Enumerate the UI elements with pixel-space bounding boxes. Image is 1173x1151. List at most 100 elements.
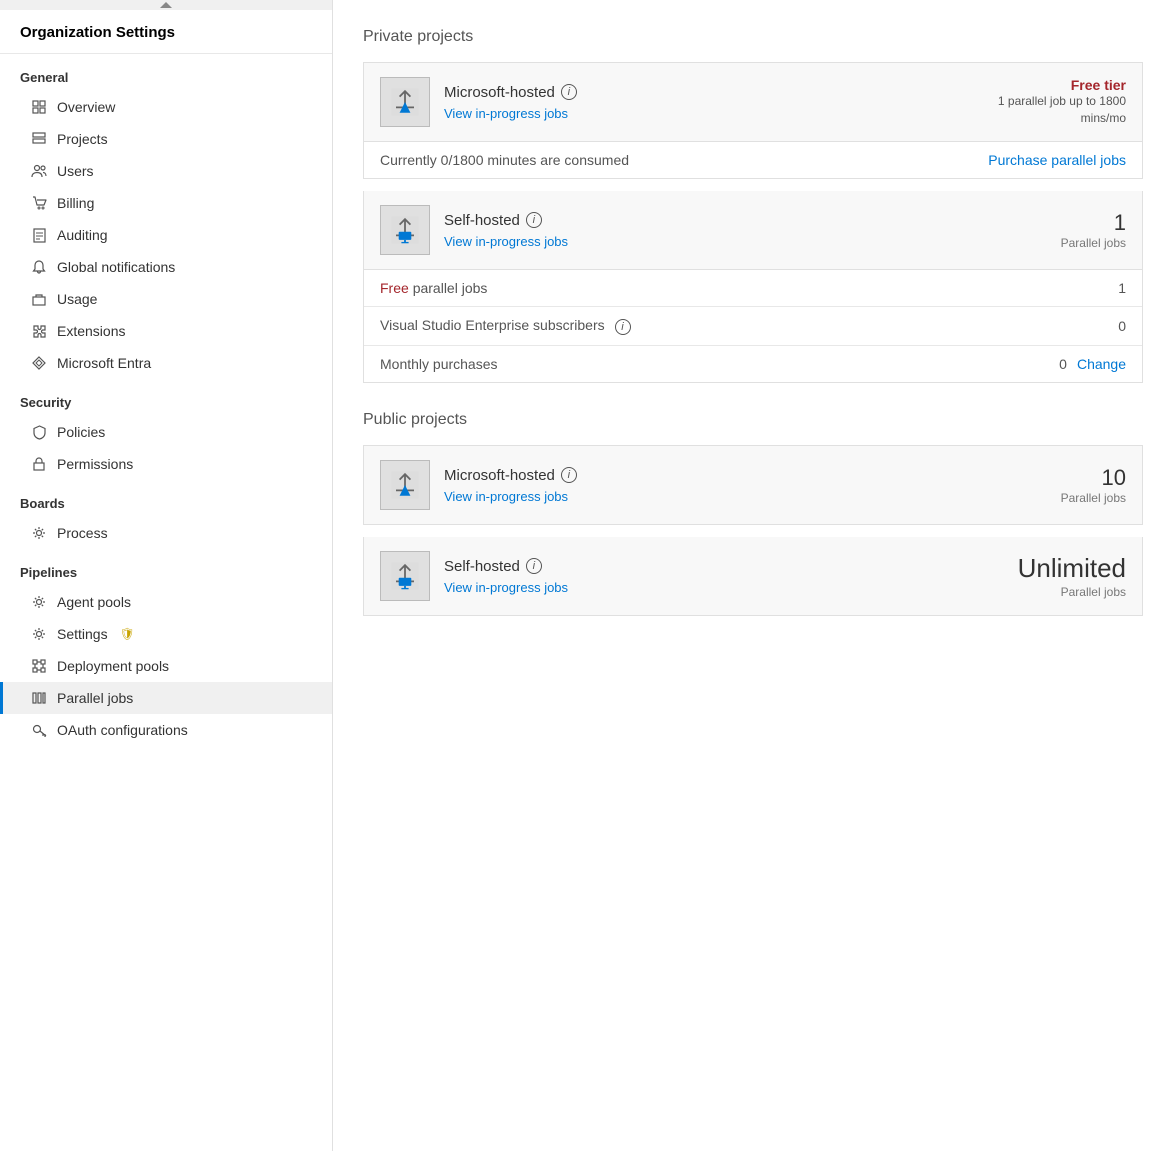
cart-icon <box>31 195 47 211</box>
sidebar-item-microsoft-entra[interactable]: Microsoft Entra <box>0 347 332 379</box>
sidebar-item-projects-label: Projects <box>57 131 108 147</box>
private-microsoft-hosted-value: Free tier 1 parallel job up to 1800mins/… <box>986 77 1126 127</box>
lock-icon <box>31 456 47 472</box>
private-microsoft-hosted-view-link[interactable]: View in-progress jobs <box>444 106 568 121</box>
sidebar-item-deployment-pools-label: Deployment pools <box>57 658 169 674</box>
sidebar-item-parallel-jobs[interactable]: Parallel jobs <box>0 682 332 714</box>
sidebar-item-overview[interactable]: Overview <box>0 91 332 123</box>
scroll-up-indicator <box>0 0 332 10</box>
public-microsoft-hosted-card: Microsoft-hosted i View in-progress jobs… <box>363 445 1143 525</box>
public-microsoft-hosted-name-row: Microsoft-hosted i <box>444 467 972 484</box>
puzzle-icon <box>31 323 47 339</box>
sidebar-item-microsoft-entra-label: Microsoft Entra <box>57 355 151 371</box>
microsoft-hosted-agent-icon <box>380 77 430 127</box>
sidebar-item-global-notifications[interactable]: Global notifications <box>0 251 332 283</box>
private-monthly-purchases-row: Monthly purchases 0 Change <box>364 346 1142 382</box>
sidebar-item-process[interactable]: Process <box>0 517 332 549</box>
public-projects-section: Public projects Microsoft-hosted <box>363 411 1143 616</box>
private-microsoft-hosted-tier-label: Free tier <box>986 77 1126 93</box>
private-self-hosted-count: 1 <box>986 210 1126 236</box>
public-projects-title: Public projects <box>363 411 1143 429</box>
private-monthly-purchases-value: 0 Change <box>1059 356 1126 372</box>
vs-subscribers-text: Visual Studio Enterprise subscribers <box>380 317 605 333</box>
private-projects-section: Private projects Mi <box>363 28 1143 383</box>
self-hosted-agent-icon-private <box>380 205 430 255</box>
private-microsoft-hosted-purchase-link: Purchase parallel jobs <box>988 152 1126 168</box>
sidebar-section-pipelines: Pipelines <box>0 549 332 586</box>
shield-icon <box>31 424 47 440</box>
public-self-hosted-card: Self-hosted i View in-progress jobs Unli… <box>363 537 1143 616</box>
settings-warning-icon: 🛡 <box>120 627 135 641</box>
private-microsoft-hosted-consumed-row: Currently 0/1800 minutes are consumed Pu… <box>364 142 1142 178</box>
private-microsoft-hosted-consumed-label: Currently 0/1800 minutes are consumed <box>380 152 988 168</box>
public-microsoft-hosted-info: Microsoft-hosted i View in-progress jobs <box>444 467 972 504</box>
public-self-hosted-name-row: Self-hosted i <box>444 558 972 575</box>
sidebar-item-overview-label: Overview <box>57 99 115 115</box>
public-microsoft-hosted-count-label: Parallel jobs <box>986 491 1126 505</box>
sidebar-item-billing[interactable]: Billing <box>0 187 332 219</box>
private-self-hosted-name: Self-hosted <box>444 212 520 229</box>
sidebar-title: Organization Settings <box>0 10 332 54</box>
sidebar-item-projects[interactable]: Projects <box>0 123 332 155</box>
key-icon <box>31 722 47 738</box>
sidebar-item-global-notifications-label: Global notifications <box>57 259 175 275</box>
vs-subscribers-info-icon[interactable]: i <box>615 319 631 335</box>
public-microsoft-hosted-value: 10 Parallel jobs <box>986 465 1126 505</box>
private-change-link[interactable]: Change <box>1077 356 1126 372</box>
sidebar-item-auditing-label: Auditing <box>57 227 108 243</box>
public-self-hosted-info: Self-hosted i View in-progress jobs <box>444 558 972 595</box>
private-self-hosted-count-label: Parallel jobs <box>986 236 1126 250</box>
purchase-parallel-jobs-link[interactable]: Purchase parallel jobs <box>988 152 1126 168</box>
private-microsoft-hosted-name-row: Microsoft-hosted i <box>444 84 972 101</box>
sidebar-item-auditing[interactable]: Auditing <box>0 219 332 251</box>
public-self-hosted-header: Self-hosted i View in-progress jobs Unli… <box>364 537 1142 615</box>
private-vs-subscribers-label: Visual Studio Enterprise subscribers i <box>380 317 1066 335</box>
private-monthly-purchases-label: Monthly purchases <box>380 356 1059 372</box>
private-projects-title: Private projects <box>363 28 1143 46</box>
sidebar-item-permissions-label: Permissions <box>57 456 133 472</box>
sidebar-item-oauth-configurations-label: OAuth configurations <box>57 722 188 738</box>
private-microsoft-hosted-info-icon[interactable]: i <box>561 84 577 100</box>
grid2-icon <box>31 658 47 674</box>
sidebar-section-security: Security <box>0 379 332 416</box>
sidebar-item-policies-label: Policies <box>57 424 105 440</box>
sidebar-item-agent-pools-label: Agent pools <box>57 594 131 610</box>
gear-icon <box>31 525 47 541</box>
people-icon <box>31 163 47 179</box>
private-self-hosted-card: Self-hosted i View in-progress jobs 1 Pa… <box>363 191 1143 383</box>
sidebar-item-agent-pools[interactable]: Agent pools <box>0 586 332 618</box>
sidebar-item-oauth-configurations[interactable]: OAuth configurations <box>0 714 332 746</box>
public-self-hosted-info-icon[interactable]: i <box>526 558 542 574</box>
public-microsoft-hosted-view-link[interactable]: View in-progress jobs <box>444 489 568 504</box>
sidebar-item-usage-label: Usage <box>57 291 97 307</box>
sidebar-item-policies[interactable]: Policies <box>0 416 332 448</box>
public-self-hosted-name: Self-hosted <box>444 558 520 575</box>
sidebar-section-general: General <box>0 54 332 91</box>
private-self-hosted-info-icon[interactable]: i <box>526 212 542 228</box>
doc-icon <box>31 227 47 243</box>
public-self-hosted-view-link[interactable]: View in-progress jobs <box>444 580 568 595</box>
private-monthly-purchases-count: 0 <box>1059 356 1067 372</box>
public-microsoft-hosted-count: 10 <box>986 465 1126 491</box>
private-free-parallel-value: 1 <box>1066 280 1126 296</box>
sidebar-item-deployment-pools[interactable]: Deployment pools <box>0 650 332 682</box>
sidebar-item-usage[interactable]: Usage <box>0 283 332 315</box>
sidebar-item-settings[interactable]: Settings 🛡 <box>0 618 332 650</box>
private-vs-subscribers-value: 0 <box>1066 318 1126 334</box>
private-self-hosted-view-link[interactable]: View in-progress jobs <box>444 234 568 249</box>
public-self-hosted-count: Unlimited <box>986 553 1126 584</box>
grid-icon <box>31 99 47 115</box>
settings-gear-icon <box>31 626 47 642</box>
sidebar-item-extensions-label: Extensions <box>57 323 125 339</box>
public-microsoft-hosted-info-icon[interactable]: i <box>561 467 577 483</box>
private-microsoft-hosted-name: Microsoft-hosted <box>444 84 555 101</box>
private-self-hosted-value: 1 Parallel jobs <box>986 210 1126 250</box>
parallel-jobs-text: parallel jobs <box>413 280 488 296</box>
private-microsoft-hosted-tier-sub: 1 parallel job up to 1800mins/mo <box>986 93 1126 127</box>
private-free-parallel-row: Free parallel jobs 1 <box>364 270 1142 307</box>
sidebar-item-users[interactable]: Users <box>0 155 332 187</box>
sidebar-section-boards: Boards <box>0 480 332 517</box>
sidebar-item-extensions[interactable]: Extensions <box>0 315 332 347</box>
sidebar-item-permissions[interactable]: Permissions <box>0 448 332 480</box>
private-microsoft-hosted-card: Microsoft-hosted i View in-progress jobs… <box>363 62 1143 179</box>
